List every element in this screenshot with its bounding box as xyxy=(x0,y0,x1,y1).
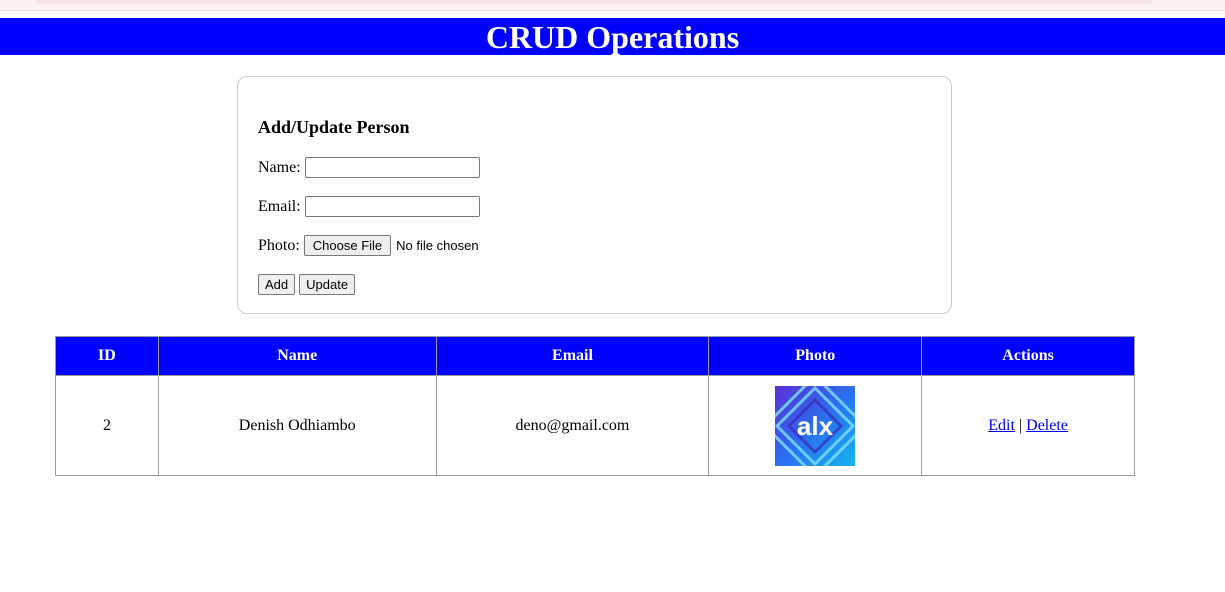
cell-email: deno@gmail.com xyxy=(435,375,710,476)
cell-actions: Edit | Delete xyxy=(921,375,1135,476)
photo-label: Photo: xyxy=(258,236,300,254)
form-title: Add/Update Person xyxy=(258,117,410,137)
person-form-card: Add/Update Person Name: Email: Photo: Ch… xyxy=(237,76,952,314)
cell-name: Denish Odhiambo xyxy=(157,375,437,476)
edit-link[interactable]: Edit xyxy=(988,417,1015,434)
add-button[interactable]: Add xyxy=(258,274,296,295)
column-header-name: Name xyxy=(157,336,437,376)
email-label: Email: xyxy=(258,197,301,215)
top-strip-bar xyxy=(35,0,1153,4)
email-input[interactable] xyxy=(304,196,480,217)
cell-id: 2 xyxy=(55,375,159,476)
person-photo: alx xyxy=(775,385,856,466)
form-actions: Add Update xyxy=(258,274,359,295)
page-title: CRUD Operations xyxy=(485,19,740,55)
photo-field-row: Photo: Choose File No file chosen xyxy=(258,235,479,256)
page-header: CRUD Operations xyxy=(0,18,1225,55)
name-field-row: Name: xyxy=(258,157,480,178)
choose-file-button[interactable]: Choose File xyxy=(303,235,392,256)
email-field-row: Email: xyxy=(258,196,480,217)
people-table: ID Name Email Photo Actions 2 Denish Odh… xyxy=(55,336,1135,476)
update-button[interactable]: Update xyxy=(299,274,356,295)
browser-top-strip xyxy=(0,0,1225,11)
action-separator: | xyxy=(1018,416,1023,434)
table-header-row: ID Name Email Photo Actions xyxy=(55,336,1135,376)
column-header-id: ID xyxy=(55,336,159,376)
alx-logo-text: alx xyxy=(797,411,834,441)
name-input[interactable] xyxy=(304,157,480,178)
table-row: 2 Denish Odhiambo deno@gmail.com alx Edi… xyxy=(55,375,1135,476)
column-header-actions: Actions xyxy=(921,336,1135,376)
column-header-email: Email xyxy=(435,336,710,376)
name-label: Name: xyxy=(258,158,301,176)
column-header-photo: Photo xyxy=(708,336,923,376)
delete-link[interactable]: Delete xyxy=(1026,417,1068,434)
cell-photo: alx xyxy=(708,375,923,476)
file-status-text: No file chosen xyxy=(396,238,479,253)
